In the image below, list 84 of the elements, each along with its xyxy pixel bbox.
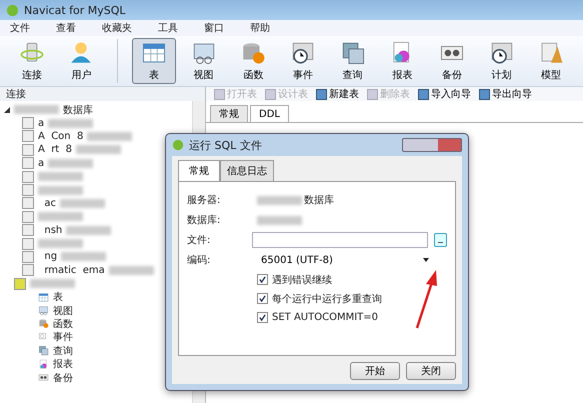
backup-icon [38,372,49,383]
database-icon [22,144,34,156]
report-icon [38,358,49,370]
tree-item[interactable]: nsh [38,224,62,236]
database-icon [22,264,34,276]
tree-item[interactable]: 数据库 [63,102,93,117]
database-icon [22,197,34,210]
database-icon [22,130,34,142]
toolbar-button[interactable]: 查询 [330,38,374,84]
object-toolbar-button[interactable]: 导入向导 [418,87,471,101]
tree-item[interactable]: 函数 [53,316,73,331]
toolbar-button[interactable]: 用户 [60,38,104,84]
tab[interactable]: 常规 [210,105,248,122]
checkbox[interactable] [257,312,268,323]
database-icon [22,238,34,250]
dialog-button[interactable]: 关闭 [406,362,456,380]
menu-item[interactable]: 查看 [54,21,78,35]
blurred-text [257,216,302,224]
tab[interactable]: 常规 [178,160,220,181]
database-icon [22,157,34,170]
database-icon [22,250,34,263]
field-label: 编码: [187,254,212,267]
menu-item[interactable]: 文件 [8,21,32,35]
tree-item[interactable]: a [38,118,44,129]
database-icon [22,117,34,130]
toolbar-button[interactable]: 表 [132,38,176,84]
toolbar-button[interactable]: 事件 [281,38,325,84]
checkbox[interactable] [257,293,268,304]
toolbar-button[interactable]: 报表 [380,38,424,84]
table-icon [38,292,49,303]
dialog-title: 运行 SQL 文件 [189,138,262,152]
database-icon [22,170,34,183]
collapse-triangle-icon[interactable] [4,106,10,113]
tree-item[interactable]: rmatic ema [38,264,105,276]
tree-item[interactable]: a [38,158,44,169]
tree-item[interactable]: 报表 [53,357,73,372]
blurred-text [14,105,59,114]
database-icon [22,210,34,223]
field-value: 数据库 [304,194,334,207]
tree-item[interactable]: 视图 [53,304,73,318]
blurred-text [30,279,75,288]
object-toolbar-button[interactable]: 导出向导 [479,87,532,101]
window-controls[interactable] [402,138,462,152]
view-icon [38,305,49,316]
file-input-field[interactable] [252,232,428,248]
tree-item[interactable]: A rt 8 [38,144,72,156]
checkbox[interactable] [257,274,268,285]
tree-item[interactable]: 备份 [53,370,73,385]
tree-item[interactable]: 事件 [53,330,73,344]
toolbar-button[interactable]: 备份 [430,38,474,84]
tab[interactable]: 信息日志 [220,160,274,181]
browse-button[interactable] [434,233,447,247]
menu-item[interactable]: 窗口 [202,21,226,35]
field-label: 数据库: [187,214,222,227]
toolbar-button[interactable]: 计划 [480,38,524,84]
field-label: 服务器: [187,194,222,207]
toolbar-button[interactable]: 连接 [10,38,54,84]
toolbar-button[interactable]: 模型 [529,38,573,84]
field-label: 文件: [187,234,212,247]
toolbar-button[interactable]: 视图 [182,38,226,84]
database-icon [22,224,34,236]
tree-item[interactable]: A Con 8 [38,130,84,142]
dialog-button[interactable]: 开始 [350,362,400,380]
tree-item[interactable]: ng [38,251,58,262]
menu-item[interactable]: 收藏夹 [100,21,134,35]
toolbar-button[interactable]: 函数 [232,38,276,84]
checkbox-label: 每个运行中运行多重查询 [272,292,382,306]
database-icon [14,278,26,290]
menu-item[interactable]: 帮助 [248,21,272,35]
tree-item[interactable]: 表 [53,290,63,304]
window-title: Navicat for MySQL [24,4,126,16]
checkbox-label: 遇到错误继续 [272,274,332,286]
connection-header: 连接 [6,88,26,101]
menu-item[interactable]: 工具 [156,21,180,35]
checkbox-label: SET AUTOCOMMIT=0 [272,312,378,323]
database-icon [22,184,34,196]
query-icon [38,345,49,356]
tree-item[interactable]: ac [38,198,56,209]
dropdown-arrow-icon [423,258,429,262]
tree-item[interactable]: 查询 [53,344,73,358]
object-toolbar-button[interactable]: 新建表 [316,87,359,101]
func-icon [38,318,49,330]
blurred-text [257,196,302,204]
tab[interactable]: DDL [250,105,289,122]
